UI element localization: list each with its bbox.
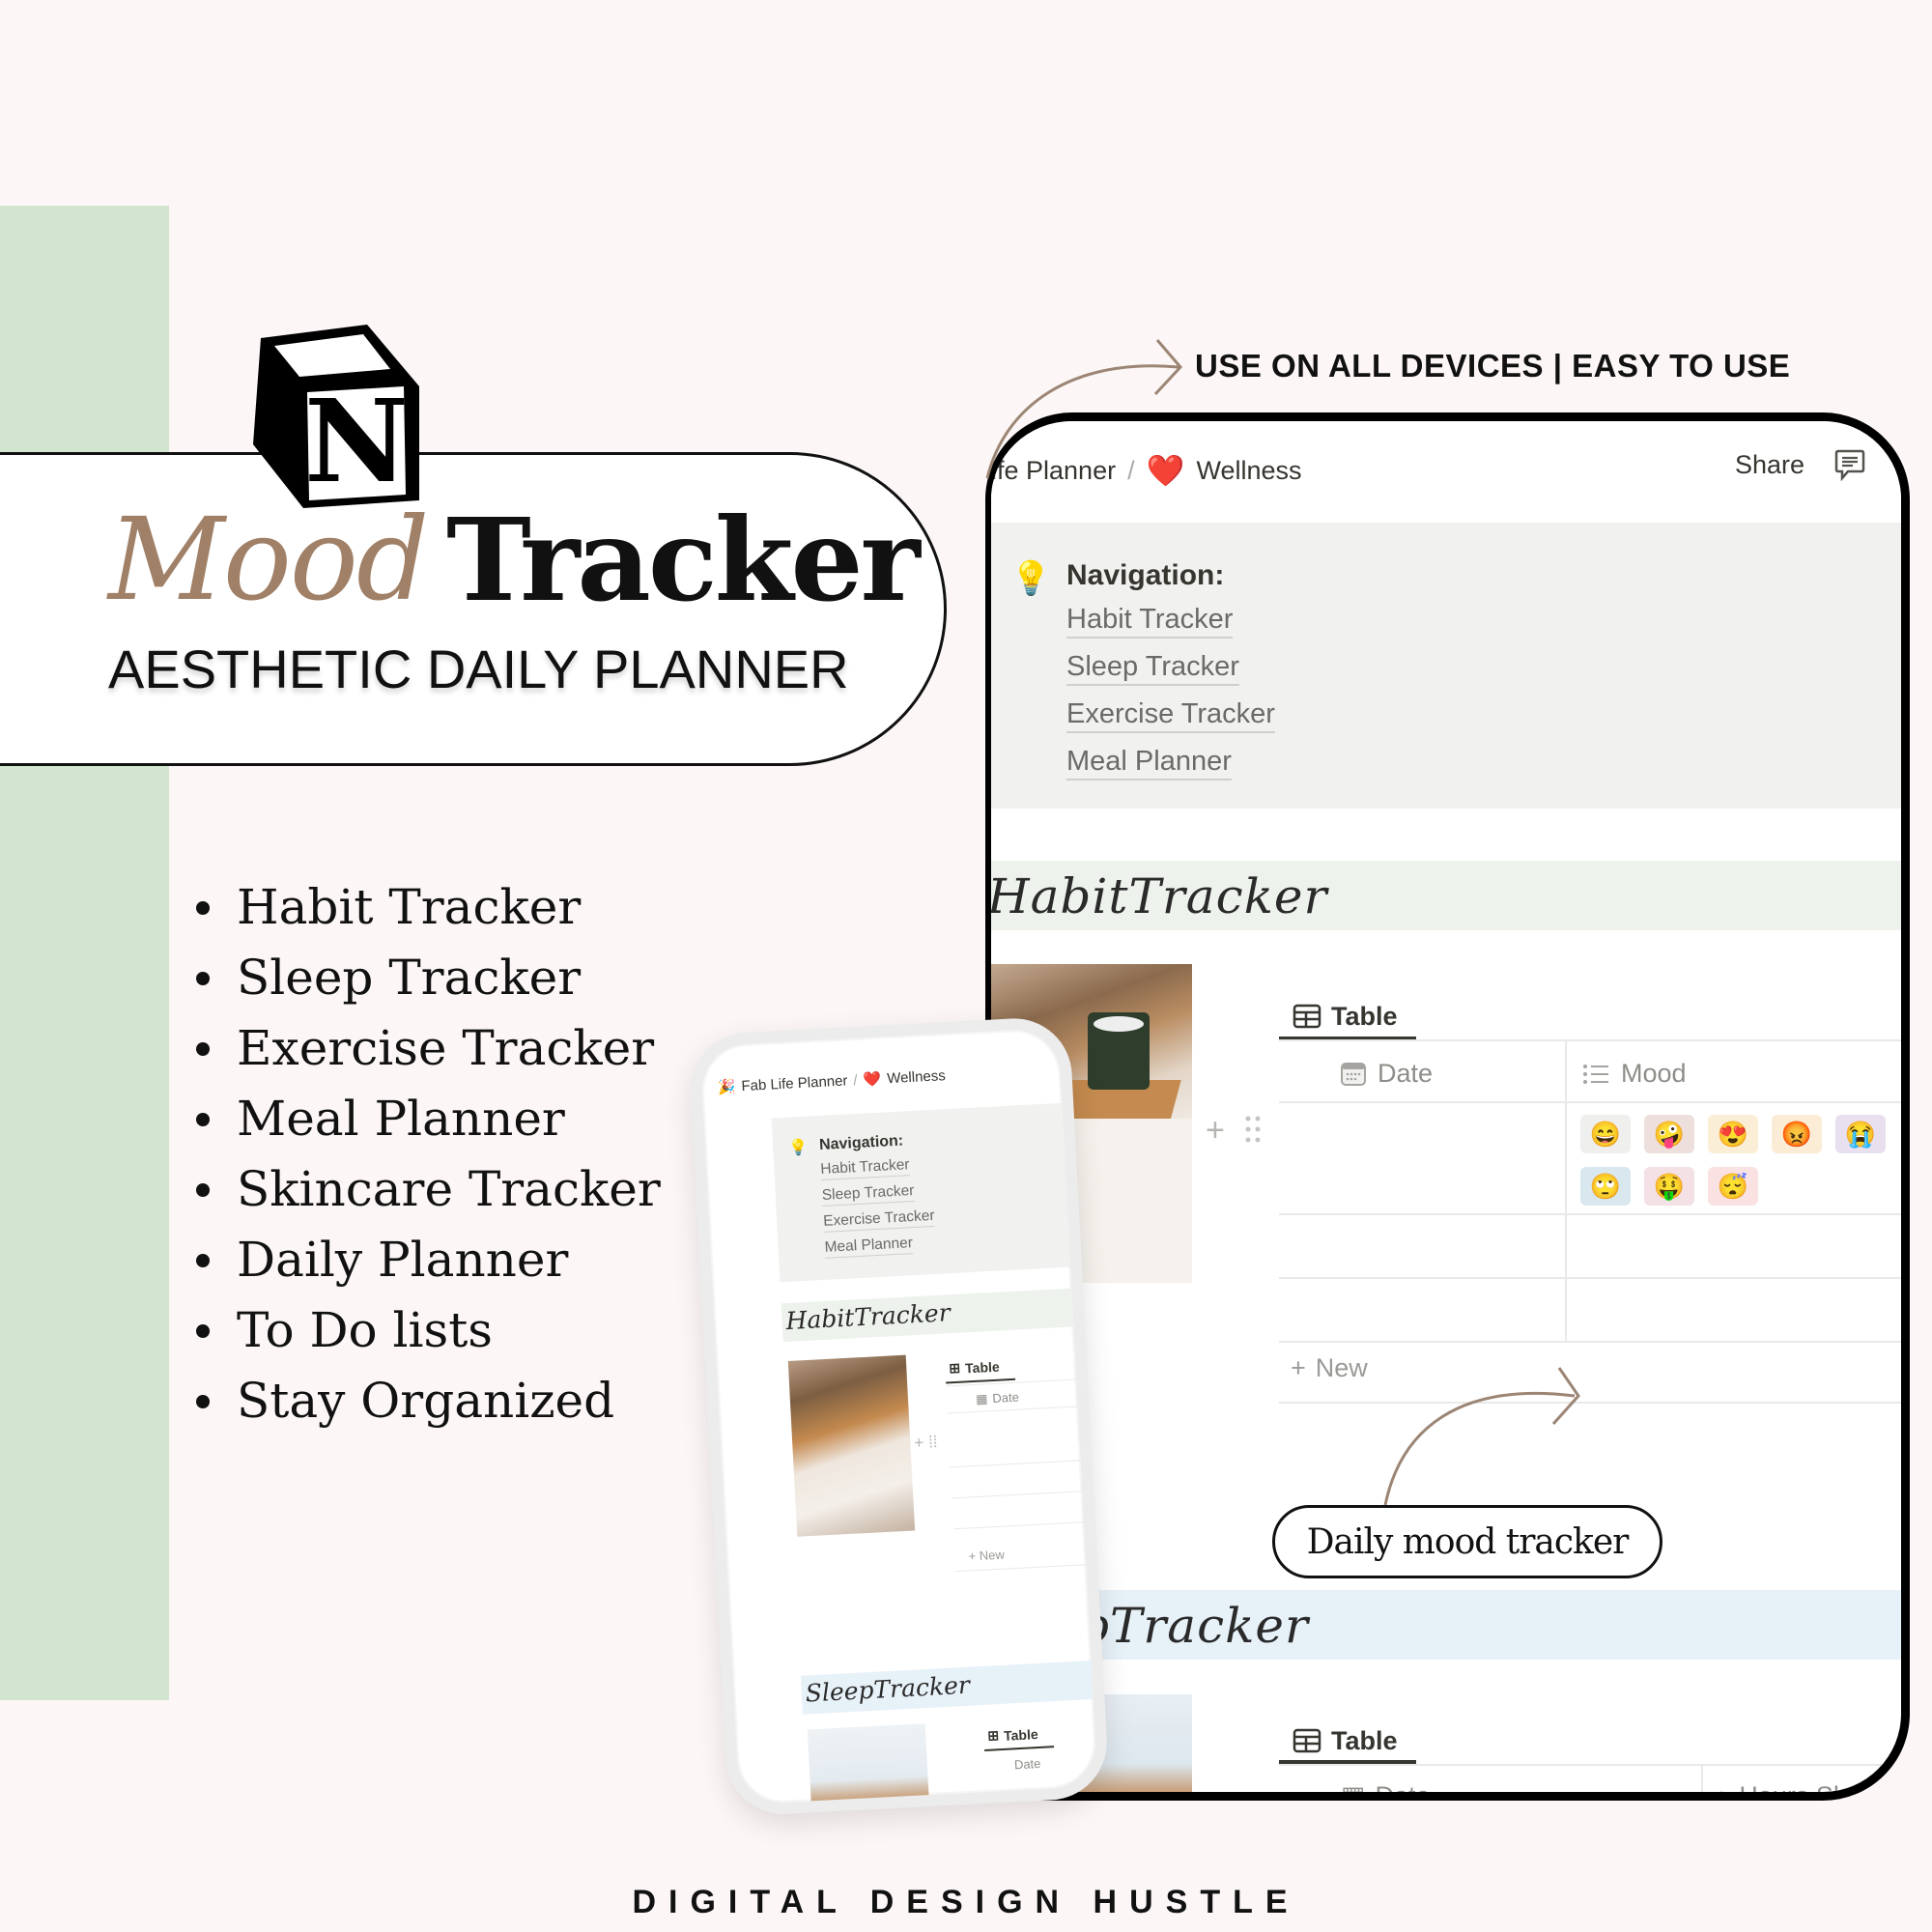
list-icon — [1583, 1064, 1608, 1084]
notion-logo-letter: N — [304, 374, 409, 508]
table-icon: ⊞ — [948, 1359, 961, 1377]
bullet-icon — [196, 1041, 210, 1056]
bullet-icon — [196, 1182, 210, 1197]
phone-breadcrumb-parent[interactable]: Fab Life Planner — [741, 1072, 848, 1094]
feature-item: Skincare Tracker — [188, 1154, 661, 1225]
title-mood: Mood — [108, 493, 429, 626]
subtitle: AESTHETIC DAILY PLANNER — [108, 639, 849, 699]
feature-item: Exercise Tracker — [188, 1013, 661, 1084]
table-icon: ⊞ — [986, 1727, 1000, 1744]
feature-item: Daily Planner — [188, 1225, 661, 1295]
feature-item: Stay Organized — [188, 1366, 661, 1436]
mood-options: 😄 🤪 😍 😡 😭 🙄 🤑 😴 — [1580, 1115, 1886, 1206]
heart-icon: ❤️ — [863, 1070, 882, 1089]
mood-option[interactable]: 😡 — [1772, 1115, 1822, 1153]
devices-annotation: USE ON ALL DEVICES | EASY TO USE — [1195, 348, 1791, 384]
calendar-icon: ▦ — [1341, 1781, 1366, 1801]
tablet-mockup: ife Planner / ❤️ Wellness Share 💡 Naviga… — [985, 412, 1910, 1801]
feature-list: Habit Tracker Sleep Tracker Exercise Tra… — [188, 872, 661, 1436]
mood-option[interactable]: 😍 — [1708, 1115, 1758, 1153]
nav-link-meal-planner[interactable]: Meal Planner — [1066, 744, 1232, 781]
drag-handle-icon[interactable] — [1244, 1115, 1262, 1144]
heart-icon: ❤️ — [1146, 453, 1185, 488]
party-popper-icon: 🎉 — [717, 1078, 736, 1096]
notion-logo-icon: N — [253, 325, 419, 508]
column-header-mood[interactable]: Mood — [1582, 1059, 1687, 1089]
mood-option[interactable]: 🤪 — [1644, 1115, 1694, 1153]
phone-navigation-callout: 💡 Navigation: Habit Tracker Sleep Tracke… — [771, 1102, 1080, 1283]
feature-item: To Do lists — [188, 1295, 661, 1366]
arrowhead-devices — [1153, 339, 1183, 396]
table-icon — [1293, 1004, 1321, 1029]
sleep-tracker-banner: pTracker — [991, 1590, 1901, 1660]
title-tracker: Tracker — [446, 493, 921, 627]
sleep-tracker-heading: pTracker — [1078, 1598, 1309, 1654]
bullet-icon — [196, 1394, 210, 1408]
clock-icon: ◔ — [1714, 1781, 1730, 1801]
feature-item: Habit Tracker — [188, 872, 661, 943]
mood-option[interactable]: 🤑 — [1644, 1167, 1694, 1206]
add-row-icon[interactable]: + — [1206, 1112, 1225, 1150]
bullet-icon — [196, 971, 210, 985]
breadcrumb-separator: / — [1127, 455, 1135, 485]
breadcrumb-parent[interactable]: ife Planner — [991, 456, 1116, 486]
phone-view-tab-table[interactable]: ⊞ Table — [949, 1358, 1000, 1378]
bullet-icon — [196, 900, 210, 915]
column-header-date[interactable]: Date — [1341, 1059, 1433, 1089]
feature-item: Sleep Tracker — [188, 943, 661, 1013]
bullet-icon — [196, 1323, 210, 1338]
mood-option[interactable]: 😭 — [1835, 1115, 1886, 1153]
breadcrumb: ife Planner / ❤️ Wellness — [991, 452, 1302, 489]
breadcrumb-current[interactable]: Wellness — [1196, 456, 1301, 486]
phone-habit-banner: HabitTracker — [781, 1287, 1093, 1343]
navigation-callout: 💡 Navigation: Habit Tracker Sleep Tracke… — [991, 523, 1901, 809]
mood-option[interactable]: 😴 — [1708, 1167, 1758, 1206]
phone-breadcrumb-current[interactable]: Wellness — [887, 1067, 946, 1087]
table-icon — [1293, 1728, 1321, 1753]
phone-sleep-column-date[interactable]: Date — [1014, 1756, 1041, 1772]
lightbulb-icon: 💡 — [1010, 560, 1052, 597]
nav-link-sleep-tracker[interactable]: Sleep Tracker — [1066, 649, 1239, 686]
daily-mood-callout: Daily mood tracker — [1272, 1505, 1662, 1578]
brand-footer: DIGITAL DESIGN HUSTLE — [632, 1884, 1300, 1920]
phone-nav-link-habit[interactable]: Habit Tracker — [819, 1155, 911, 1180]
green-accent-band — [0, 206, 169, 1700]
bullet-icon — [196, 1253, 210, 1267]
phone-sleep-photo — [807, 1723, 930, 1817]
phone-breadcrumb: 🎉 Fab Life Planner / ❤️ Wellness — [717, 1066, 947, 1096]
phone-nav-link-sleep[interactable]: Sleep Tracker — [821, 1180, 915, 1207]
phone-mockup: 🎉 Fab Life Planner / ❤️ Wellness 💡 Navig… — [688, 1015, 1110, 1817]
phone-sleep-view-tab[interactable]: ⊞ Table — [987, 1725, 1038, 1745]
bullet-icon — [196, 1112, 210, 1126]
phone-new-row-button[interactable]: + New — [968, 1548, 1005, 1564]
nav-link-exercise-tracker[interactable]: Exercise Tracker — [1066, 696, 1275, 733]
nav-link-habit-tracker[interactable]: Habit Tracker — [1066, 602, 1234, 639]
sleep-column-hours[interactable]: ◔ Hours Sl — [1714, 1781, 1839, 1801]
view-tab-label: Table — [1331, 1001, 1398, 1031]
calendar-icon: ▦ — [975, 1391, 988, 1406]
share-button[interactable]: Share — [1735, 450, 1804, 480]
new-row-button[interactable]: + New — [1291, 1353, 1368, 1383]
phone-nav-link-meal[interactable]: Meal Planner — [824, 1234, 914, 1259]
feature-item: Meal Planner — [188, 1084, 661, 1154]
navigation-title: Navigation: — [1066, 559, 1225, 591]
phone-nav-link-exercise[interactable]: Exercise Tracker — [822, 1206, 936, 1233]
comment-icon[interactable] — [1833, 448, 1866, 481]
topbar: ife Planner / ❤️ Wellness Share — [991, 421, 1901, 518]
plus-icon: + — [1291, 1353, 1306, 1382]
phone-habit-photo — [787, 1354, 916, 1537]
calendar-icon — [1341, 1062, 1366, 1086]
sleep-column-date[interactable]: ▦ Date — [1341, 1781, 1431, 1801]
habit-tracker-banner: HabitTracker — [991, 861, 1901, 930]
phone-sleep-banner: SleepTracker — [800, 1660, 1110, 1715]
mood-option[interactable]: 🙄 — [1580, 1167, 1631, 1206]
phone-add-row-icon[interactable]: + ⁞⁞ — [914, 1433, 938, 1453]
habit-tracker-heading: HabitTracker — [987, 868, 1328, 924]
lightbulb-icon: 💡 — [787, 1139, 809, 1157]
phone-column-date[interactable]: ▦ Date — [976, 1390, 1020, 1407]
mood-option[interactable]: 😄 — [1580, 1115, 1631, 1153]
